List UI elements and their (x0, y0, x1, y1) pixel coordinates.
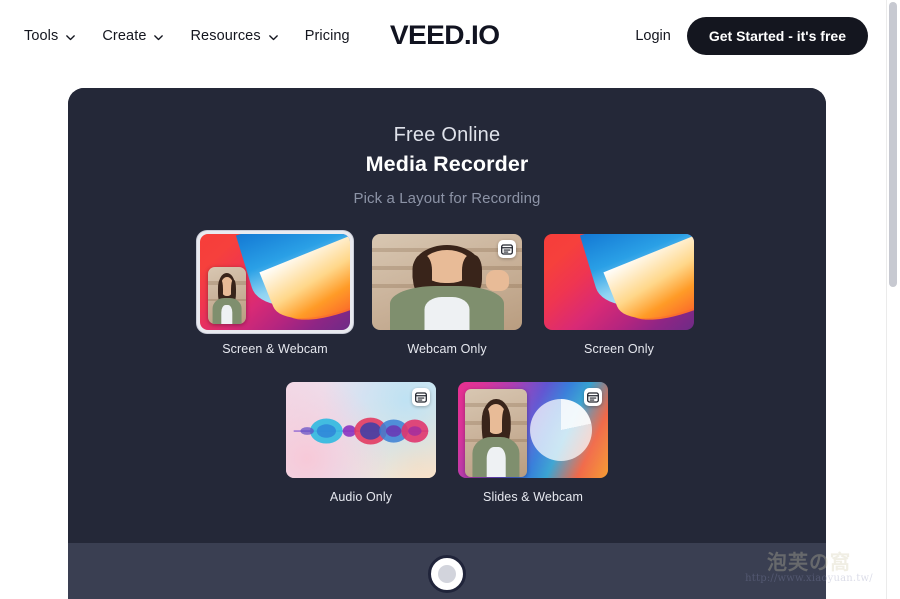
layout-option-webcam-only[interactable]: Webcam Only (369, 231, 525, 356)
pie-chart-slide-graphic (530, 399, 592, 461)
header-actions: Login Get Started - it's free (635, 17, 868, 55)
thumbnail-frame (283, 379, 439, 481)
layout-label: Slides & Webcam (483, 490, 583, 504)
site-header: Tools Create Resources Pricing VEED.IO L… (0, 0, 890, 72)
person-shirt (424, 297, 470, 330)
person-shirt (486, 447, 506, 477)
nav-label-pricing: Pricing (304, 28, 350, 44)
nav-item-tools[interactable]: Tools (24, 28, 76, 44)
thumbnail-webcam-only (372, 234, 522, 330)
person-shirt (221, 304, 233, 324)
thumbnail-frame (197, 231, 353, 333)
browser-window-icon (498, 240, 516, 258)
recorder-body: Free Online Media Recorder Pick a Layout… (68, 88, 826, 543)
page-scrollbar-track[interactable] (886, 0, 900, 599)
webcam-person-image (465, 389, 527, 477)
layout-label: Audio Only (329, 490, 393, 504)
nav-label-create: Create (102, 28, 147, 44)
layout-option-screen-only[interactable]: Screen Only (541, 231, 697, 356)
nav-item-resources[interactable]: Resources (190, 28, 278, 44)
nav-item-create[interactable]: Create (102, 28, 164, 44)
thumbnail-slides-and-webcam (458, 382, 608, 478)
nav-label-resources: Resources (190, 28, 261, 44)
nav-label-tools: Tools (24, 28, 59, 44)
layout-option-screen-and-webcam[interactable]: Screen & Webcam (197, 231, 353, 356)
layout-row-2: Audio Only Slides & Webcam (68, 379, 826, 504)
get-started-button[interactable]: Get Started - it's free (686, 17, 868, 55)
person-waving-hand (486, 270, 509, 291)
heading-line-1: Free Online (393, 124, 501, 146)
webcam-person-image (208, 267, 246, 324)
record-button[interactable] (428, 555, 466, 593)
thumbnail-frame (541, 231, 697, 333)
login-link[interactable]: Login (635, 28, 670, 44)
recorder-control-bar (68, 543, 826, 599)
browser-window-icon (584, 388, 602, 406)
thumbnail-screen-and-webcam (200, 234, 350, 330)
webcam-side-panel (465, 389, 527, 477)
nav-item-pricing[interactable]: Pricing (305, 28, 350, 44)
thumbnail-audio-only (286, 382, 436, 478)
record-button-inner-dot (438, 565, 456, 583)
page-title: Media Recorder (365, 152, 529, 176)
layout-option-audio-only[interactable]: Audio Only (283, 379, 439, 504)
webcam-pip-overlay (208, 267, 246, 324)
thumbnail-frame (455, 379, 611, 481)
browser-window-icon (412, 388, 430, 406)
media-recorder-panel: Free Online Media Recorder Pick a Layout… (68, 88, 826, 599)
wallpaper-band (617, 234, 694, 330)
brand-logo[interactable]: VEED.IO (390, 20, 500, 51)
desktop-wallpaper-image (544, 234, 694, 330)
layout-option-slides-and-webcam[interactable]: Slides & Webcam (455, 379, 611, 504)
layout-label: Screen & Webcam (222, 342, 328, 356)
heading-subtitle: Pick a Layout for Recording (353, 190, 541, 207)
main-navigation: Tools Create Resources Pricing (24, 28, 350, 44)
thumbnail-screen-only (544, 234, 694, 330)
thumbnail-frame (369, 231, 525, 333)
chevron-down-icon (268, 32, 279, 43)
layout-label: Webcam Only (407, 342, 487, 356)
chevron-down-icon (153, 32, 164, 43)
recorder-headline: Free Online Media Recorder Pick a Layout… (68, 88, 826, 207)
page-scrollbar-thumb[interactable] (889, 2, 897, 287)
layout-label: Screen Only (584, 342, 654, 356)
wallpaper-band (273, 234, 350, 330)
chevron-down-icon (65, 32, 76, 43)
layout-row-1: Screen & Webcam Webcam Only Screen Only (68, 231, 826, 356)
layout-grid: Screen & Webcam Webcam Only Screen Only … (68, 231, 826, 504)
